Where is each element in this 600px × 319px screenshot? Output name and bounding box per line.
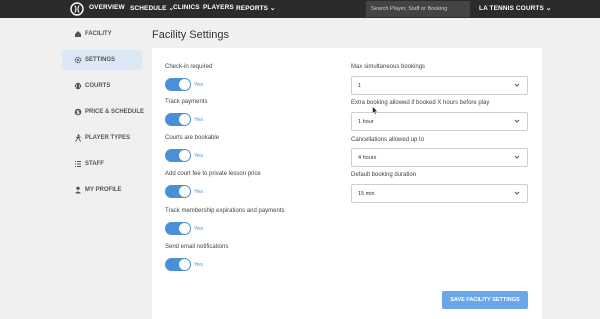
track-payments-state: Yes — [194, 117, 203, 123]
cancellations-label: Cancellations allowed up to — [351, 137, 425, 143]
select-value: 4 hours — [358, 155, 377, 161]
track-membership-state: Yes — [194, 226, 203, 232]
svg-text:$: $ — [76, 110, 80, 116]
sidebar-item-price-schedule[interactable]: $ PRICE & SCHEDULE — [62, 102, 145, 122]
sidebar-item-label: FACILITY — [85, 31, 112, 37]
sidebar-item-player-types[interactable]: PLAYER TYPES — [62, 128, 142, 148]
chevron-down-icon — [514, 155, 520, 159]
track-payments-label: Track payments — [165, 99, 208, 105]
courts-bookable-label: Courts are bookable — [165, 135, 220, 141]
sidebar-item-label: STAFF — [85, 161, 104, 167]
sidebar-item-label: COURTS — [85, 83, 111, 89]
booking-duration-select[interactable]: 15 min — [351, 184, 528, 203]
sidebar-item-staff[interactable]: STAFF — [62, 154, 142, 174]
email-notifications-state: Yes — [194, 262, 203, 268]
nav-schedule[interactable]: SCHEDULE ⌄ — [130, 4, 174, 12]
toggle-knob — [179, 186, 190, 197]
toggle-knob — [179, 79, 190, 90]
sidebar-item-facility[interactable]: FACILITY — [62, 24, 142, 44]
toggle-knob — [179, 150, 190, 161]
search-input[interactable]: Search Player, Staff or Booking — [366, 1, 470, 17]
email-notifications-label: Send email notifications — [165, 244, 229, 250]
email-notifications-toggle[interactable] — [165, 258, 191, 271]
list-icon — [75, 161, 81, 167]
court-fee-toggle[interactable] — [165, 185, 191, 198]
nav-reports[interactable]: REPORTS ⌄ — [236, 4, 276, 12]
save-facility-settings-button[interactable]: SAVE FACILITY SETTINGS — [442, 291, 528, 309]
sidebar-item-label: PLAYER TYPES — [85, 135, 131, 141]
chevron-down-icon — [514, 83, 520, 87]
home-icon — [75, 31, 81, 37]
checkin-required-toggle[interactable] — [165, 78, 191, 91]
track-membership-label: Track membership expirations and payment… — [165, 208, 285, 214]
nav-overview[interactable]: OVERVIEW — [89, 4, 125, 11]
sidebar-item-label: MY PROFILE — [85, 187, 122, 193]
toggle-knob — [179, 223, 190, 234]
sidebar-item-label: PRICE & SCHEDULE — [85, 109, 145, 115]
nav-clinics[interactable]: CLINICS — [173, 4, 200, 11]
sidebar-item-settings[interactable]: SETTINGS — [62, 50, 142, 70]
sidebar-item-my-profile[interactable]: MY PROFILE — [62, 180, 142, 200]
page-title: Facility Settings — [152, 29, 230, 41]
logo-icon[interactable] — [70, 2, 84, 16]
tennis-ball-icon — [74, 82, 82, 90]
track-membership-toggle[interactable] — [165, 222, 191, 235]
chevron-down-icon — [514, 119, 520, 123]
booking-duration-label: Default booking duration — [351, 172, 417, 178]
max-bookings-select[interactable]: 1 — [351, 76, 528, 95]
gear-icon — [74, 56, 82, 64]
max-bookings-label: Max simultaneous bookings — [351, 64, 426, 70]
sidebar-item-courts[interactable]: COURTS — [62, 76, 142, 96]
player-icon — [75, 134, 81, 142]
top-nav-bar: OVERVIEW SCHEDULE ⌄ CLINICS PLAYERS REPO… — [0, 0, 600, 18]
mouse-cursor-icon — [372, 106, 378, 115]
select-value: 1 — [358, 83, 362, 89]
club-selector[interactable]: LA TENNIS COURTS ⌄ — [479, 4, 551, 12]
court-fee-label: Add court fee to private lesson price — [165, 171, 261, 177]
courts-bookable-toggle[interactable] — [165, 149, 191, 162]
toggle-knob — [179, 114, 190, 125]
dollar-icon: $ — [74, 108, 82, 116]
user-icon — [75, 186, 81, 194]
sidebar-item-label: SETTINGS — [85, 57, 116, 63]
checkin-required-label: Check-in required — [165, 64, 213, 70]
checkin-required-state: Yes — [194, 82, 203, 88]
select-value: 15 min — [358, 191, 375, 197]
chevron-down-icon — [514, 191, 520, 195]
track-payments-toggle[interactable] — [165, 113, 191, 126]
court-fee-state: Yes — [194, 189, 203, 195]
nav-players[interactable]: PLAYERS — [203, 4, 234, 11]
toggle-knob — [179, 259, 190, 270]
cancellations-select[interactable]: 4 hours — [351, 148, 528, 167]
courts-bookable-state: Yes — [194, 153, 203, 159]
select-value: 1 hour — [358, 119, 374, 125]
